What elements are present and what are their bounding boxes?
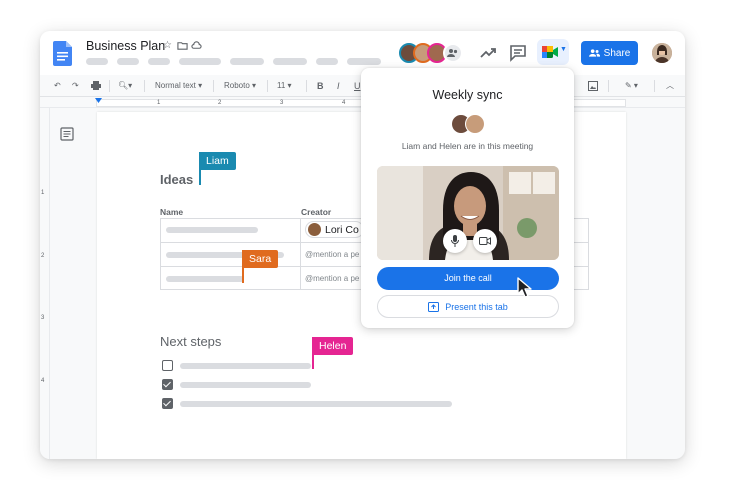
video-camera-icon bbox=[479, 237, 491, 245]
outline-icon[interactable] bbox=[60, 127, 74, 141]
cursor-label-liam: Liam bbox=[199, 152, 236, 170]
collapse-icon[interactable]: ︿ bbox=[666, 79, 674, 93]
column-header-name: Name bbox=[160, 207, 184, 217]
bold-button[interactable]: B bbox=[317, 79, 324, 93]
meet-button[interactable]: ▼ bbox=[537, 39, 569, 65]
participant-avatars bbox=[451, 114, 487, 134]
trending-icon[interactable] bbox=[479, 44, 497, 62]
ruler-number: 2 bbox=[41, 253, 45, 259]
popup-subtitle: Liam and Helen are in this meeting bbox=[401, 141, 534, 151]
cursor-label-sara: Sara bbox=[242, 250, 279, 268]
chevron-down-icon: ▼ bbox=[560, 46, 567, 53]
mic-toggle[interactable] bbox=[443, 229, 467, 253]
paragraph-style-select[interactable]: Normal text ▾ bbox=[155, 79, 202, 93]
cursor-label-helen: Helen bbox=[312, 337, 354, 355]
person-chip[interactable]: Lori Co bbox=[305, 221, 364, 238]
divider bbox=[213, 80, 214, 92]
avatar bbox=[308, 223, 321, 236]
collaborator-avatars[interactable] bbox=[399, 43, 469, 65]
heading-ideas[interactable]: Ideas bbox=[160, 172, 193, 187]
ruler-number: 3 bbox=[41, 315, 45, 321]
people-icon bbox=[447, 49, 458, 57]
ruler-number: 3 bbox=[280, 100, 284, 106]
cursor-helen bbox=[312, 337, 314, 369]
avatar bbox=[465, 114, 485, 134]
indent-marker-icon[interactable] bbox=[95, 98, 102, 105]
divider bbox=[306, 80, 307, 92]
share-button[interactable]: Share bbox=[581, 41, 638, 65]
undo-icon[interactable]: ↶ bbox=[54, 79, 61, 93]
people-icon bbox=[588, 49, 600, 57]
vertical-ruler: 1 2 3 4 bbox=[40, 108, 50, 459]
menu-item[interactable] bbox=[230, 58, 264, 65]
menu-item[interactable] bbox=[179, 58, 221, 65]
microphone-icon bbox=[451, 235, 459, 247]
popup-title: Weekly sync bbox=[432, 88, 503, 102]
title-icons: ☆ bbox=[163, 40, 202, 51]
docs-logo-icon[interactable] bbox=[53, 41, 72, 66]
menu-item[interactable] bbox=[117, 58, 139, 65]
zoom-icon[interactable]: 🔍︎▾ bbox=[118, 79, 132, 93]
placeholder-text bbox=[166, 276, 244, 282]
font-size-select[interactable]: 11 ▾ bbox=[277, 79, 292, 93]
mention-placeholder[interactable]: @mention a pe bbox=[305, 274, 359, 283]
move-folder-icon[interactable] bbox=[177, 40, 188, 51]
menu-item[interactable] bbox=[347, 58, 381, 65]
present-icon bbox=[428, 301, 440, 312]
doc-title[interactable]: Business Plan bbox=[86, 39, 165, 53]
column-header-creator: Creator bbox=[301, 207, 332, 217]
divider bbox=[144, 80, 145, 92]
mention-placeholder[interactable]: @mention a pe bbox=[305, 250, 359, 259]
menu-bar bbox=[86, 58, 381, 65]
ruler-number: 1 bbox=[157, 100, 161, 106]
menu-item[interactable] bbox=[86, 58, 108, 65]
meet-icon bbox=[542, 46, 558, 58]
ruler-number: 4 bbox=[342, 100, 346, 106]
divider bbox=[267, 80, 268, 92]
meet-popup: Weekly sync Liam and Helen are in this m… bbox=[361, 68, 574, 328]
menu-item[interactable] bbox=[148, 58, 170, 65]
cursor-liam bbox=[199, 152, 201, 185]
present-label: Present this tab bbox=[445, 301, 508, 312]
image-icon[interactable] bbox=[588, 81, 598, 91]
user-avatar[interactable] bbox=[652, 43, 672, 63]
edit-mode-icon[interactable]: ✎ ▾ bbox=[625, 79, 638, 93]
chip-name: Lori Co bbox=[325, 223, 359, 236]
placeholder-text bbox=[180, 401, 452, 407]
redo-icon[interactable]: ↷ bbox=[72, 79, 79, 93]
checkbox-checked[interactable] bbox=[162, 379, 173, 390]
star-icon[interactable]: ☆ bbox=[163, 40, 174, 51]
divider bbox=[608, 80, 609, 92]
italic-button[interactable]: I bbox=[337, 79, 340, 93]
heading-next-steps[interactable]: Next steps bbox=[160, 334, 221, 349]
cloud-saved-icon[interactable] bbox=[191, 40, 202, 51]
ruler-number: 1 bbox=[41, 190, 45, 196]
cursor-sara bbox=[242, 250, 244, 283]
font-select[interactable]: Roboto ▾ bbox=[224, 79, 256, 93]
divider bbox=[109, 80, 110, 92]
divider bbox=[654, 80, 655, 92]
app-window: Business Plan ☆ ▼ Share ↶ ↷ 🔍︎▾ Normal t… bbox=[40, 31, 685, 459]
camera-preview-image bbox=[377, 166, 559, 260]
camera-preview bbox=[377, 166, 559, 260]
camera-toggle[interactable] bbox=[473, 229, 497, 253]
header: Business Plan ☆ ▼ Share bbox=[40, 31, 685, 75]
comment-icon[interactable] bbox=[509, 44, 527, 62]
checkbox-unchecked[interactable] bbox=[162, 360, 173, 371]
menu-item[interactable] bbox=[316, 58, 338, 65]
placeholder-text bbox=[180, 382, 311, 388]
placeholder-text bbox=[180, 363, 311, 369]
ruler-number: 4 bbox=[41, 378, 45, 384]
checkbox-checked[interactable] bbox=[162, 398, 173, 409]
mouse-pointer-icon bbox=[517, 277, 532, 298]
menu-item[interactable] bbox=[273, 58, 307, 65]
print-icon[interactable] bbox=[91, 81, 101, 90]
share-label: Share bbox=[603, 47, 631, 59]
ruler-number: 2 bbox=[218, 100, 222, 106]
underline-button[interactable]: U bbox=[354, 79, 361, 93]
placeholder-text bbox=[166, 227, 258, 233]
